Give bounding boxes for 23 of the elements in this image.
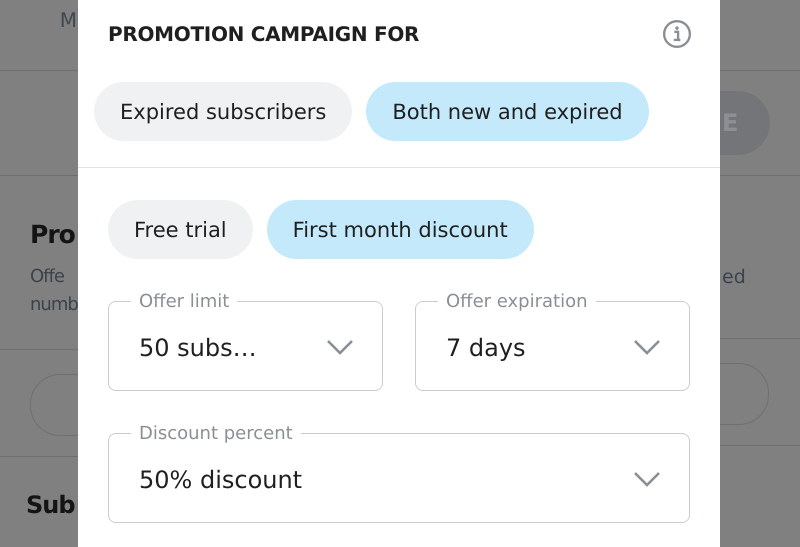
chevron-down-icon (633, 339, 661, 355)
option-chip[interactable]: Both new and expired (366, 82, 649, 141)
section-description: ed (722, 266, 747, 288)
section-title: Sub (26, 491, 75, 519)
option-chip[interactable]: Free trial (108, 200, 253, 259)
field-value: 50% discount (139, 466, 304, 494)
field-label: Offer expiration (445, 291, 589, 312)
select-field[interactable]: Offer limit 50 subs… (108, 291, 383, 391)
outline-button[interactable] (720, 363, 769, 425)
dialog-title: PROMOTION CAMPAIGN FOR (108, 22, 420, 46)
option-chip[interactable]: First month discount (266, 200, 534, 259)
info-icon[interactable] (662, 19, 692, 49)
section-description: Offe numb (30, 265, 78, 317)
chevron-down-icon (633, 471, 661, 487)
select-field[interactable]: Discount percent 50% discount (108, 423, 690, 523)
field-label: Offer limit (138, 291, 230, 312)
field-value: 7 days (446, 334, 527, 362)
section-title: Pro (30, 220, 75, 249)
select-field[interactable]: Offer expiration 7 days (415, 291, 690, 391)
chevron-down-icon (326, 339, 354, 355)
field-value: 50 subs… (139, 334, 258, 362)
option-chip[interactable]: Expired subscribers (94, 82, 352, 141)
field-label: Discount percent (138, 423, 294, 444)
